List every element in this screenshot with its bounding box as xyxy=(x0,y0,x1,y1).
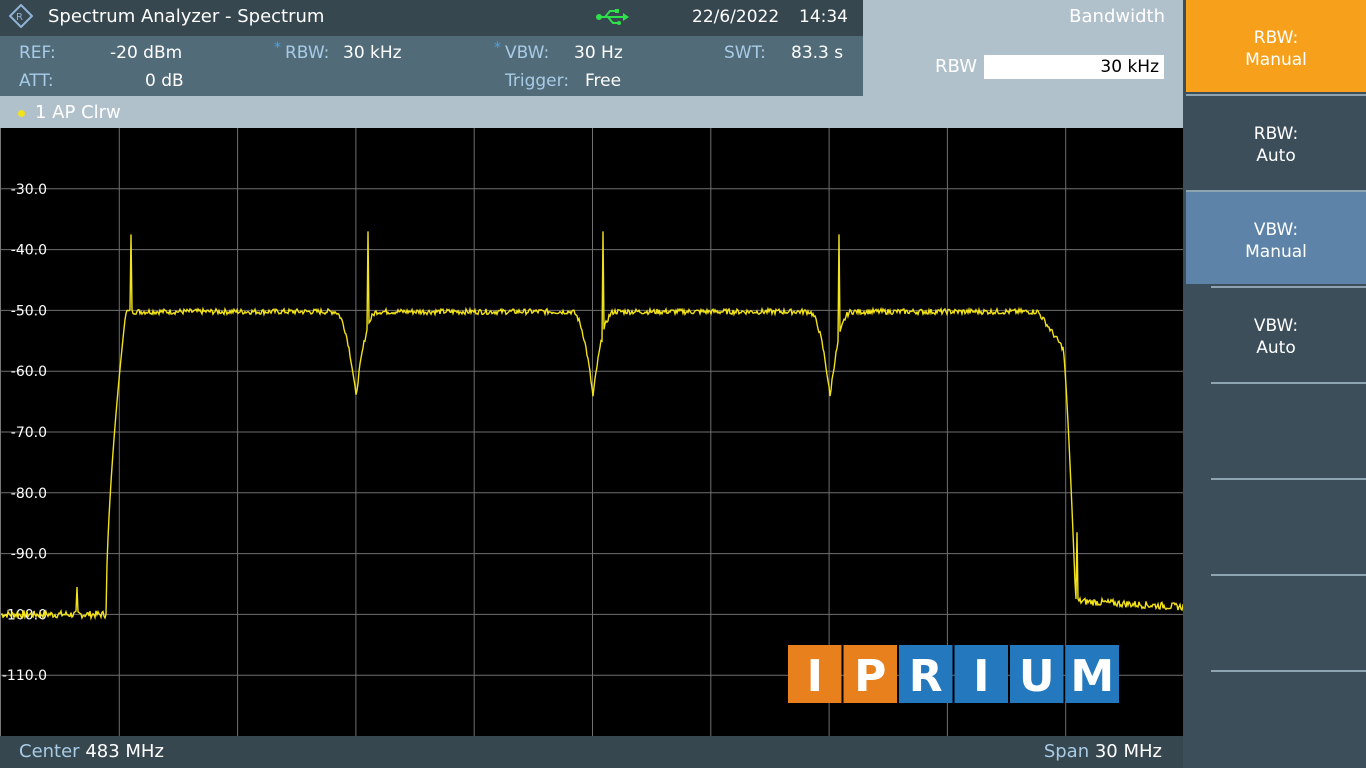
y-tick-label: -50.0 xyxy=(11,303,47,319)
softkey-line2: Manual xyxy=(1245,50,1307,70)
softkey-separator xyxy=(1186,190,1366,192)
y-axis-ticks: -30.0-40.0-50.0-60.0-70.0-80.0-90.0-100.… xyxy=(2,182,47,684)
trigger-value: Free xyxy=(585,71,622,91)
trace-color-dot xyxy=(18,110,25,117)
softkey-separator xyxy=(1211,286,1366,288)
vbw-modified-marker: * xyxy=(494,40,501,56)
watermark-letter: I xyxy=(973,651,989,702)
softkey-line1: RBW: xyxy=(1253,28,1299,48)
softkey-separator xyxy=(1186,94,1366,96)
ref-value: -20 dBm xyxy=(110,43,183,63)
softkey-empty-8[interactable] xyxy=(1186,672,1366,764)
time-display: 14:34 xyxy=(799,7,848,27)
rbw-entry-panel: RBW xyxy=(863,36,1183,96)
rbw-input[interactable] xyxy=(984,55,1164,79)
softkey-separator xyxy=(1211,382,1366,384)
spectrum-svg: -30.0-40.0-50.0-60.0-70.0-80.0-90.0-100.… xyxy=(1,128,1184,736)
menu-header: Bandwidth xyxy=(863,0,1183,36)
menu-title: Bandwidth xyxy=(1069,6,1165,27)
y-tick-label: -70.0 xyxy=(11,425,47,441)
softkey-rbw-auto[interactable]: RBW: Auto xyxy=(1186,96,1366,188)
softkey-separator xyxy=(1211,574,1366,576)
softkey-line2: Auto xyxy=(1256,146,1296,166)
bottom-bar xyxy=(0,736,1183,768)
rohde-schwarz-logo-icon: R xyxy=(9,4,33,28)
softkey-empty-6[interactable] xyxy=(1186,480,1366,572)
watermark-letter: M xyxy=(1070,651,1114,702)
center-value: 483 MHz xyxy=(85,741,164,762)
softkey-vbw-manual[interactable]: VBW: Manual xyxy=(1186,192,1366,284)
rbw-modified-marker: * xyxy=(274,40,281,56)
vbw-label: VBW: xyxy=(505,43,550,63)
softkey-separator xyxy=(1211,478,1366,480)
softkey-line1: RBW: xyxy=(1253,124,1299,144)
trace-label[interactable]: 1 AP Clrw xyxy=(35,102,121,123)
rbw-value: 30 kHz xyxy=(343,43,402,63)
rbw-label: RBW: xyxy=(285,43,330,63)
swt-label: SWT: xyxy=(724,43,766,63)
center-frequency[interactable]: Center 483 MHz xyxy=(19,741,164,762)
att-value: 0 dB xyxy=(145,71,184,91)
plot-grid xyxy=(1,128,1184,736)
usb-icon xyxy=(596,9,629,25)
watermark-letter: U xyxy=(1019,651,1055,702)
softkey-line1: VBW: xyxy=(1253,220,1299,240)
iprium-watermark: IPRIUM xyxy=(788,645,1119,703)
trigger-label: Trigger: xyxy=(505,71,570,91)
center-label: Center xyxy=(19,741,80,762)
swt-value: 83.3 s xyxy=(791,43,844,63)
span-label: Span xyxy=(1043,741,1090,762)
spectrum-plot[interactable]: -30.0 -40.0 -50.0 -60.0 -70.0 -80.0 -90.0 -100.… xyxy=(0,128,1184,736)
y-tick-label: -30.0 xyxy=(11,182,47,198)
y-tick-label: -60.0 xyxy=(11,364,47,380)
y-tick-label: -80.0 xyxy=(11,486,47,502)
rbw-entry-label: RBW xyxy=(935,56,978,77)
y-tick-label: -110.0 xyxy=(2,668,47,684)
span-frequency[interactable]: Span 30 MHz xyxy=(1044,741,1162,762)
att-label: ATT: xyxy=(19,71,54,91)
softkey-line1: VBW: xyxy=(1253,316,1299,336)
app-title: Spectrum Analyzer - Spectrum xyxy=(48,6,325,27)
trace-bar xyxy=(0,96,1183,128)
softkey-rbw-manual[interactable]: RBW: Manual xyxy=(1186,0,1366,92)
softkey-empty-5[interactable] xyxy=(1186,384,1366,476)
watermark-letter: I xyxy=(807,651,823,702)
settings-panel: REF: -20 dBm ATT: 0 dB * RBW: 30 kHz * V… xyxy=(0,36,863,96)
watermark-letter: R xyxy=(909,651,943,702)
softkey-separator xyxy=(1211,670,1366,672)
y-tick-label: -40.0 xyxy=(11,243,47,259)
vbw-value: 30 Hz xyxy=(574,43,623,63)
softkey-line2: Auto xyxy=(1256,338,1296,358)
date-display: 22/6/2022 xyxy=(692,7,780,27)
span-value: 30 MHz xyxy=(1094,741,1162,762)
softkey-empty-7[interactable] xyxy=(1186,576,1366,668)
y-tick-label: -90.0 xyxy=(11,547,47,563)
svg-text:R: R xyxy=(16,12,23,23)
softkey-line2: Manual xyxy=(1245,242,1307,262)
watermark-letter: P xyxy=(854,651,886,702)
softkey-vbw-auto[interactable]: VBW: Auto xyxy=(1186,288,1366,380)
ref-label: REF: xyxy=(19,43,56,63)
